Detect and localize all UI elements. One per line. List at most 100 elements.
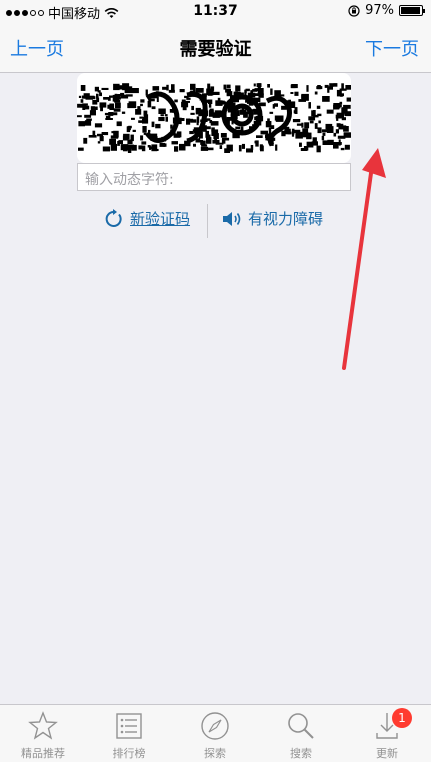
captcha-noise <box>314 123 318 129</box>
captcha-noise <box>77 115 82 118</box>
captcha-input[interactable]: 输入动态字符: <box>77 163 351 191</box>
battery-fill <box>401 7 421 14</box>
captcha-noise <box>196 119 199 126</box>
captcha-noise <box>275 144 278 151</box>
captcha-noise <box>126 134 129 140</box>
refresh-captcha-button[interactable]: 新验证码 <box>104 208 190 229</box>
captcha-noise <box>127 126 131 131</box>
captcha-noise <box>318 120 321 124</box>
captcha-noise <box>299 142 302 147</box>
captcha-noise <box>130 134 134 142</box>
star-icon <box>28 711 58 740</box>
captcha-noise <box>120 94 129 99</box>
captcha-noise <box>80 85 86 91</box>
captcha-noise <box>333 83 338 87</box>
captcha-noise <box>195 88 204 93</box>
captcha-noise <box>80 99 84 103</box>
captcha-noise <box>189 131 194 135</box>
captcha-noise <box>291 131 295 137</box>
captcha-noise <box>119 122 122 125</box>
captcha-noise <box>299 134 302 138</box>
captcha-noise <box>294 107 298 114</box>
tab-updates[interactable]: 1 更新 <box>344 705 430 762</box>
captcha-noise <box>240 126 244 131</box>
captcha-noise <box>131 88 139 94</box>
captcha-noise <box>214 110 222 117</box>
captcha-noise <box>155 123 161 129</box>
captcha-noise <box>142 118 149 124</box>
next-page-button[interactable]: 下一页 <box>365 35 419 61</box>
captcha-noise <box>210 121 219 126</box>
captcha-noise <box>122 83 130 91</box>
tab-explore[interactable]: 探索 <box>172 705 258 762</box>
captcha-noise <box>143 110 148 116</box>
captcha-noise <box>158 108 166 114</box>
captcha-noise <box>193 143 196 147</box>
captcha-noise <box>317 127 322 134</box>
navigation-bar: 上一页 需要验证 下一页 <box>0 22 431 73</box>
tab-featured[interactable]: 精品推荐 <box>0 705 86 762</box>
captcha-noise <box>145 89 148 96</box>
captcha-noise <box>226 91 233 97</box>
captcha-noise <box>344 111 351 117</box>
captcha-noise <box>235 85 241 92</box>
captcha-noise <box>78 121 85 127</box>
captcha-noise <box>116 96 121 100</box>
captcha-noise <box>152 86 160 91</box>
captcha-noise <box>140 103 143 107</box>
captcha-noise <box>101 87 109 90</box>
captcha-noise <box>335 129 339 134</box>
captcha-noise <box>308 102 311 109</box>
tab-label: 搜索 <box>290 747 312 760</box>
captcha-noise <box>158 117 165 122</box>
captcha-noise <box>78 147 84 151</box>
captcha-noise <box>171 84 175 91</box>
battery-icon <box>399 5 425 16</box>
audio-captcha-button[interactable]: 有视力障碍 <box>222 208 323 229</box>
captcha-noise <box>131 117 135 120</box>
captcha-noise <box>301 93 309 101</box>
captcha-noise <box>333 132 337 137</box>
captcha-noise <box>260 145 264 152</box>
captcha-noise <box>99 92 102 97</box>
captcha-noise <box>94 123 103 128</box>
captcha-noise <box>142 126 147 133</box>
captcha-noise <box>273 103 278 107</box>
captcha-noise <box>339 101 343 105</box>
captcha-noise <box>201 144 208 147</box>
captcha-noise <box>290 92 294 94</box>
captcha-noise <box>81 95 87 99</box>
captcha-noise <box>97 133 103 137</box>
captcha-noise <box>164 114 168 117</box>
captcha-noise <box>99 102 107 108</box>
captcha-noise <box>223 84 227 90</box>
captcha-noise <box>114 102 121 109</box>
captcha-noise <box>186 118 191 125</box>
captcha-noise <box>211 127 215 132</box>
captcha-noise <box>94 86 99 92</box>
captcha-noise <box>140 99 145 103</box>
captcha-noise <box>150 146 156 150</box>
captcha-noise <box>92 130 96 136</box>
captcha-noise <box>127 144 134 149</box>
captcha-noise <box>309 136 312 139</box>
tab-search[interactable]: 搜索 <box>258 705 344 762</box>
captcha-noise <box>265 121 272 128</box>
captcha-noise <box>176 131 182 138</box>
captcha-noise <box>322 140 328 145</box>
captcha-noise <box>329 83 334 87</box>
captcha-noise <box>301 122 304 128</box>
captcha-noise <box>151 121 155 128</box>
captcha-noise <box>333 104 340 110</box>
captcha-noise <box>212 139 220 144</box>
captcha-noise <box>117 85 123 90</box>
updates-badge: 1 <box>392 708 412 728</box>
captcha-noise <box>198 140 204 143</box>
captcha-noise <box>338 93 344 97</box>
tab-top-charts[interactable]: 排行榜 <box>86 705 172 762</box>
battery-percent: 97% <box>365 3 394 18</box>
captcha-noise <box>252 88 257 92</box>
captcha-noise <box>120 144 129 151</box>
captcha-card <box>77 73 351 163</box>
captcha-noise <box>327 86 333 90</box>
